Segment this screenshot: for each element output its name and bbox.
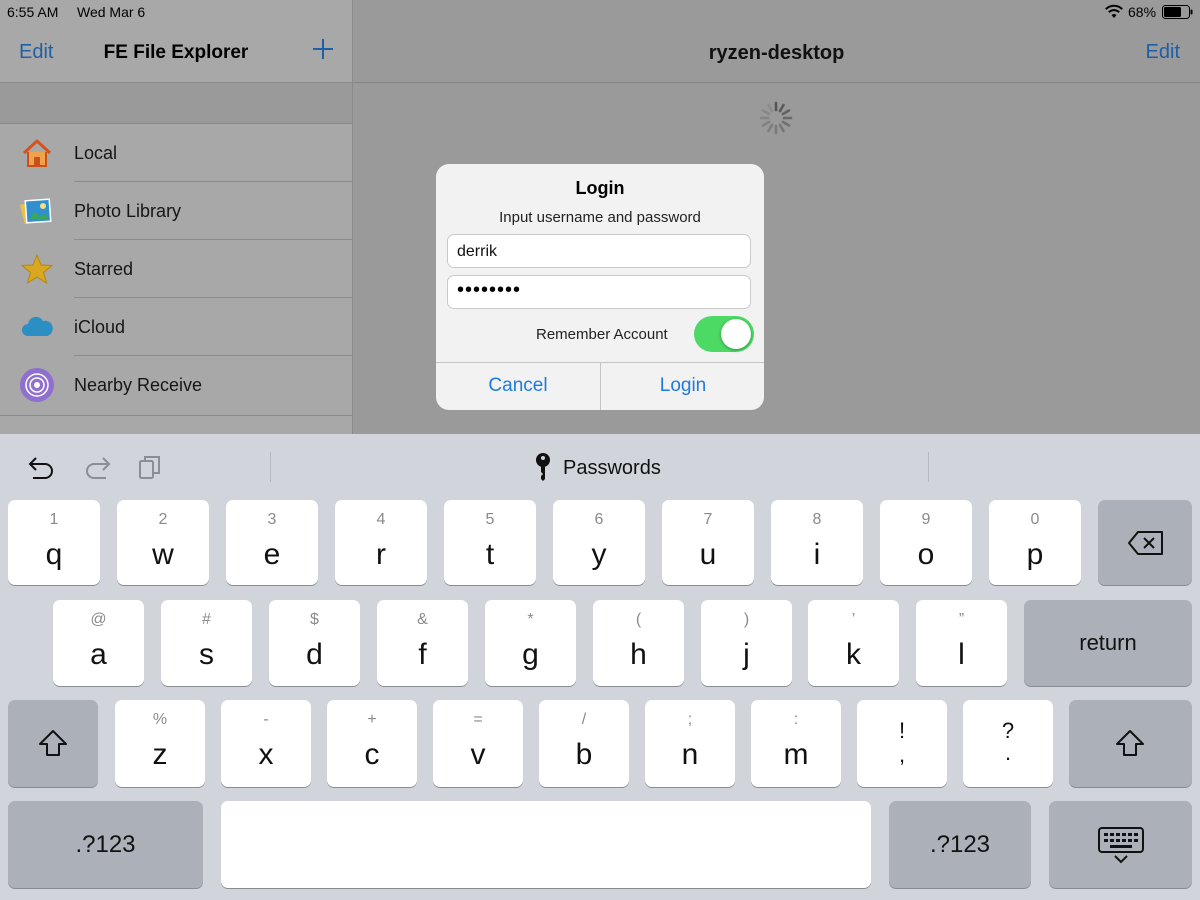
shift-key-left[interactable] — [8, 700, 98, 787]
key-p[interactable]: 0p — [989, 500, 1081, 585]
key-t[interactable]: 5t — [444, 500, 536, 585]
sidebar-nav-bar: Edit FE File Explorer — [0, 24, 352, 83]
detail-nav-bar: ryzen-desktop Edit — [353, 24, 1200, 83]
paste-icon[interactable] — [136, 452, 166, 482]
space-bar[interactable] — [221, 801, 871, 888]
key-q[interactable]: 1q — [8, 500, 100, 585]
detail-title: ryzen-desktop — [708, 42, 845, 64]
remember-account-toggle[interactable] — [694, 316, 754, 352]
status-bar: 6:55 AM Wed Mar 6 68% — [0, 0, 1200, 24]
username-field[interactable]: derrik — [447, 234, 751, 268]
shift-key-right[interactable] — [1069, 700, 1192, 787]
key-x[interactable]: -x — [221, 700, 311, 787]
key-j[interactable]: ) j — [701, 600, 792, 686]
login-dialog: Login Input username and password derrik… — [436, 164, 764, 410]
cancel-button[interactable]: Cancel — [436, 362, 600, 410]
key-s[interactable]: # s — [161, 600, 252, 686]
numbers-key-right[interactable]: .?123 — [889, 801, 1031, 888]
sidebar-title: FE File Explorer — [103, 42, 249, 63]
dialog-title: Login — [575, 178, 625, 198]
key-h[interactable]: (h — [593, 600, 684, 686]
home-icon — [22, 139, 52, 167]
password-value: •••••••• — [457, 279, 522, 301]
status-date: Wed Mar 6 — [77, 4, 146, 20]
remember-account-label: Remember Account — [536, 326, 668, 343]
key-v[interactable]: = v — [433, 700, 523, 787]
sidebar-item-label: Nearby Receive — [74, 375, 203, 395]
key-question-period[interactable]: ?. — [963, 700, 1053, 787]
sidebar-item-nearby-receive[interactable]: Nearby Receive — [0, 356, 352, 414]
undo-icon[interactable] — [27, 452, 57, 482]
key-w[interactable]: 2w — [117, 500, 209, 585]
keyboard-shortcut-bar: Passwords — [0, 434, 1200, 498]
backspace-icon — [1128, 531, 1163, 555]
key-u[interactable]: 7u — [662, 500, 754, 585]
shift-icon — [1116, 730, 1144, 756]
add-icon[interactable] — [310, 34, 336, 64]
login-button[interactable]: Login — [601, 362, 764, 410]
redo-icon[interactable] — [82, 452, 112, 482]
sidebar-item-label: Local — [74, 143, 118, 163]
sidebar-item-label: iCloud — [74, 317, 126, 337]
status-time: 6:55 AM — [7, 4, 59, 20]
battery-icon — [1162, 5, 1193, 19]
key-l[interactable]: ” l — [916, 600, 1007, 686]
sidebar: Edit FE File Explorer Local Photo Librar… — [0, 0, 353, 434]
sidebar-item-label: Photo Library — [74, 201, 182, 221]
key-a[interactable]: @ a — [53, 600, 144, 686]
cloud-icon — [22, 316, 53, 336]
key-icon — [536, 453, 550, 481]
detail-edit-button[interactable]: Edit — [1146, 41, 1180, 64]
numbers-key-left[interactable]: .?123 — [8, 801, 203, 888]
password-field[interactable]: •••••••• — [447, 275, 751, 309]
nearby-receive-icon — [20, 368, 54, 402]
sidebar-section-header — [0, 83, 352, 124]
delete-key[interactable] — [1098, 500, 1192, 585]
passwords-label: Passwords — [563, 457, 661, 479]
key-f[interactable]: & f — [377, 600, 468, 686]
key-z[interactable]: % z — [115, 700, 205, 787]
key-i[interactable]: 8i — [771, 500, 863, 585]
key-n[interactable]: ; n — [645, 700, 735, 787]
key-exclamation-comma[interactable]: !, — [857, 700, 947, 787]
key-g[interactable]: * g — [485, 600, 576, 686]
key-y[interactable]: 6y — [553, 500, 645, 585]
shift-icon — [39, 730, 67, 756]
username-value: derrik — [457, 243, 498, 260]
passwords-button[interactable]: Passwords — [533, 452, 693, 482]
loading-spinner-icon — [759, 101, 793, 135]
key-c[interactable]: + c — [327, 700, 417, 787]
key-m[interactable]: :m — [751, 700, 841, 787]
sidebar-item-icloud[interactable]: iCloud — [0, 298, 352, 356]
key-b[interactable]: / b — [539, 700, 629, 787]
dismiss-keyboard-key[interactable] — [1049, 801, 1192, 888]
key-d[interactable]: $ d — [269, 600, 360, 686]
sidebar-item-photo-library[interactable]: Photo Library — [0, 182, 352, 240]
photo-library-icon — [20, 198, 52, 225]
star-icon — [20, 253, 54, 285]
sidebar-item-starred[interactable]: Starred — [0, 240, 352, 298]
sidebar-item-local[interactable]: Local — [0, 124, 352, 182]
key-k[interactable]: ’ k — [808, 600, 899, 686]
battery-percent: 68% — [1128, 4, 1157, 20]
keyboard-dismiss-icon — [1098, 827, 1144, 864]
sidebar-item-label: Starred — [74, 259, 134, 279]
dialog-message: Input username and password — [499, 209, 701, 226]
key-o[interactable]: 9o — [880, 500, 972, 585]
key-e[interactable]: 3e — [226, 500, 318, 585]
keyboard: Passwords 1q 2w 3e 4r 5t 6y 7u 8i 9o 0p … — [0, 434, 1200, 900]
key-r[interactable]: 4r — [335, 500, 427, 585]
return-key[interactable]: return — [1024, 600, 1192, 686]
wifi-icon — [1105, 4, 1123, 18]
